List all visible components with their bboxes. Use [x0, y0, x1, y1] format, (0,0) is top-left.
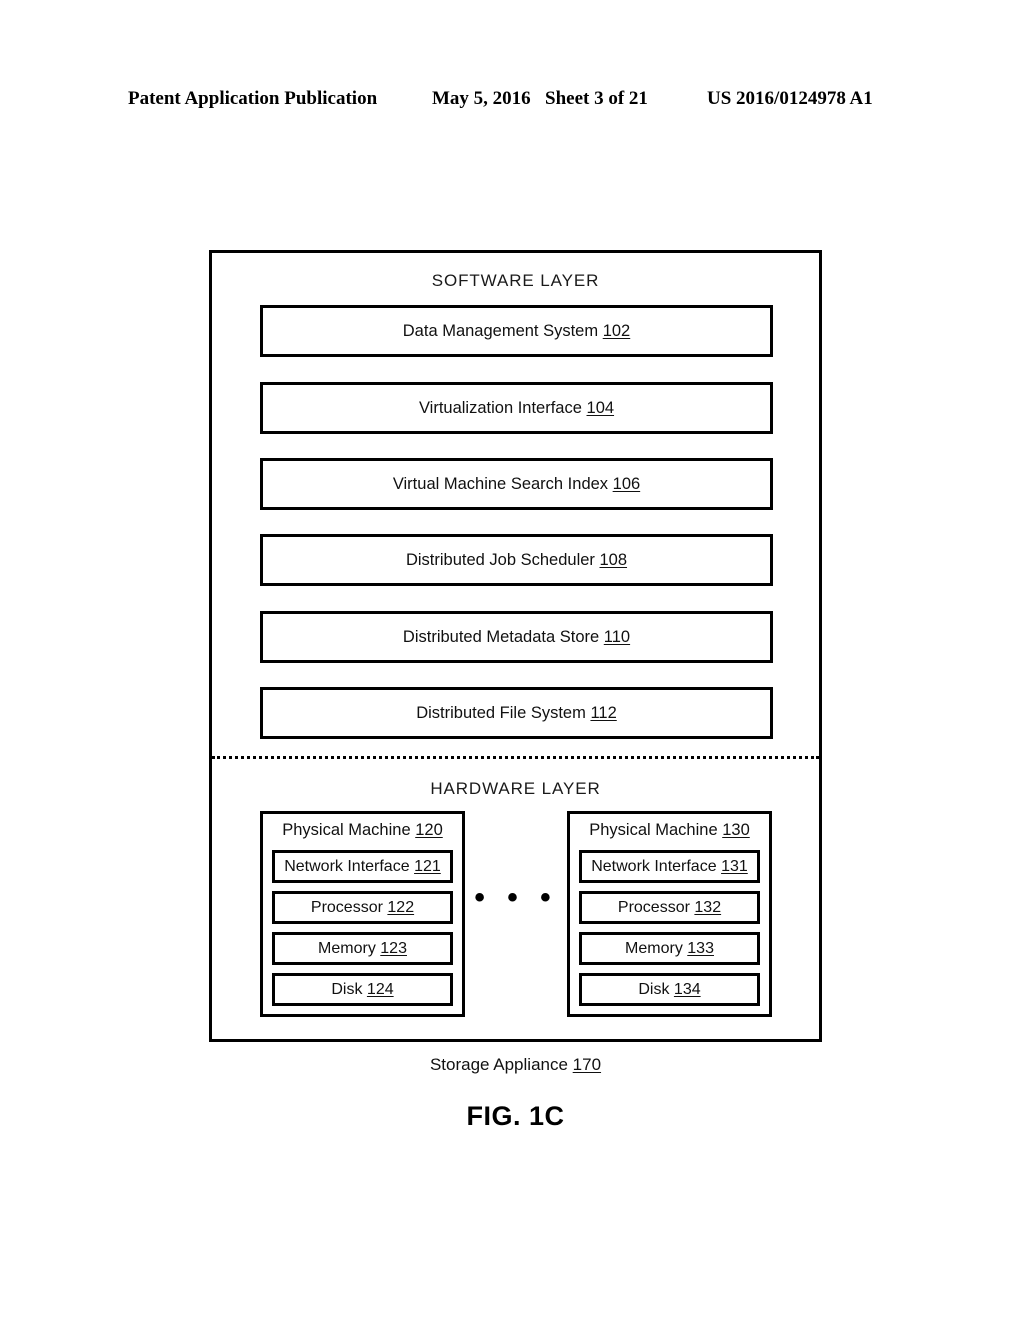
software-component-label: Virtualization Interface 104 [419, 399, 614, 418]
reference-numeral: 112 [590, 703, 617, 722]
software-component-label: Distributed File System 112 [416, 704, 617, 723]
appliance-caption-label: Storage Appliance [429, 1055, 568, 1074]
machine-component-list: Network Interface 121 Processor 122 Memo… [272, 850, 453, 1006]
physical-machine-title: Physical Machine 130 [570, 821, 769, 840]
software-layer-title: SOFTWARE LAYER [431, 271, 600, 290]
component-name: Virtual Machine Search Index [392, 474, 609, 493]
component-name: Distributed Job Scheduler [405, 550, 595, 569]
component-name: Network Interface [591, 857, 717, 875]
machine-component-label: Disk 134 [638, 981, 700, 999]
reference-numeral: 122 [387, 898, 415, 916]
patent-header: Patent Application Publication May 5, 20… [0, 88, 1024, 114]
reference-numeral: 131 [721, 857, 748, 875]
reference-numeral: 170 [572, 1055, 602, 1074]
machine-component-label: Memory 133 [625, 940, 714, 958]
component-name: Virtualization Interface [418, 398, 582, 417]
machine-component-label: Network Interface 131 [591, 858, 748, 876]
reference-numeral: 123 [380, 939, 407, 957]
machine-component-network-interface-121: Network Interface 121 [272, 850, 453, 883]
component-name: Disk [638, 980, 670, 998]
component-name: Network Interface [284, 857, 410, 875]
machine-component-label: Processor 122 [311, 899, 414, 917]
machine-component-processor-132: Processor 132 [579, 891, 760, 924]
publication-date: May 5, 2016 [432, 88, 531, 109]
machines-ellipsis: • • • [474, 881, 558, 914]
reference-numeral: 124 [366, 980, 394, 998]
machine-component-list: Network Interface 131 Processor 132 Memo… [579, 850, 760, 1006]
component-name: Memory [318, 939, 376, 957]
machine-name: Physical Machine [282, 821, 411, 839]
software-component-virtualization-interface: Virtualization Interface 104 [260, 382, 773, 434]
software-component-distributed-metadata-store: Distributed Metadata Store 110 [260, 611, 773, 663]
component-name: Data Management System [402, 321, 599, 340]
software-component-label: Distributed Metadata Store 110 [403, 628, 630, 647]
component-name: Distributed Metadata Store [402, 627, 600, 646]
reference-numeral: 110 [603, 627, 631, 646]
sheet-number: Sheet 3 of 21 [545, 88, 648, 109]
reference-numeral: 132 [694, 898, 722, 916]
machine-component-memory-123: Memory 123 [272, 932, 453, 965]
software-component-label: Distributed Job Scheduler 108 [406, 551, 627, 570]
physical-machine-120: Physical Machine 120 Network Interface 1… [260, 811, 465, 1017]
reference-numeral: 133 [687, 939, 714, 957]
software-component-virtual-machine-search-index: Virtual Machine Search Index 106 [260, 458, 773, 510]
machine-component-label: Processor 132 [618, 899, 721, 917]
reference-numeral: 106 [612, 474, 641, 493]
storage-appliance-caption: Storage Appliance 170 [209, 1055, 822, 1075]
component-name: Processor [310, 898, 383, 916]
reference-numeral: 121 [414, 857, 441, 875]
component-name: Memory [625, 939, 683, 957]
publication-title: Patent Application Publication [128, 88, 378, 109]
machine-component-disk-134: Disk 134 [579, 973, 760, 1006]
patent-number: US 2016/0124978 A1 [707, 88, 873, 109]
figure-caption: FIG. 1C [466, 1101, 565, 1131]
machine-component-label: Disk 124 [331, 981, 393, 999]
storage-appliance-frame: SOFTWARE LAYER Data Management System 10… [209, 250, 822, 1042]
reference-numeral: 120 [415, 821, 443, 839]
machine-component-label: Memory 123 [318, 940, 407, 958]
software-component-distributed-job-scheduler: Distributed Job Scheduler 108 [260, 534, 773, 586]
software-component-label: Data Management System 102 [403, 322, 630, 341]
hardware-layer-title: HARDWARE LAYER [430, 779, 601, 798]
reference-numeral: 130 [722, 821, 750, 839]
machine-component-memory-133: Memory 133 [579, 932, 760, 965]
reference-numeral: 108 [599, 550, 628, 569]
machine-name: Physical Machine [589, 821, 718, 839]
reference-numeral: 134 [673, 980, 701, 998]
physical-machine-title: Physical Machine 120 [263, 821, 462, 840]
layer-divider-dotted-line [212, 756, 819, 759]
component-name: Distributed File System [416, 703, 586, 722]
reference-numeral: 102 [602, 321, 631, 340]
reference-numeral: 104 [586, 398, 615, 417]
machine-component-label: Network Interface 121 [284, 858, 441, 876]
physical-machine-130: Physical Machine 130 Network Interface 1… [567, 811, 772, 1017]
machine-component-network-interface-131: Network Interface 131 [579, 850, 760, 883]
software-component-distributed-file-system: Distributed File System 112 [260, 687, 773, 739]
component-name: Disk [331, 980, 363, 998]
machine-component-disk-124: Disk 124 [272, 973, 453, 1006]
software-component-label: Virtual Machine Search Index 106 [393, 475, 640, 494]
physical-machines-row: Physical Machine 120 Network Interface 1… [212, 811, 819, 1019]
component-name: Processor [617, 898, 690, 916]
machine-component-processor-122: Processor 122 [272, 891, 453, 924]
software-component-data-management-system: Data Management System 102 [260, 305, 773, 357]
